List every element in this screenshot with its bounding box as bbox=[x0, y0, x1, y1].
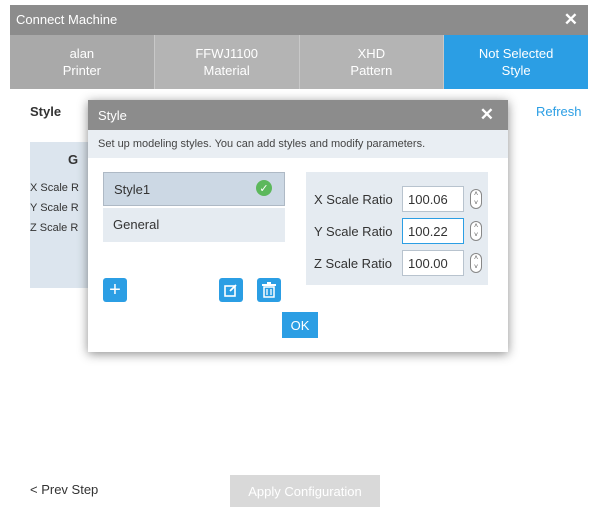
dialog-description: Set up modeling styles. You can add styl… bbox=[88, 130, 508, 158]
step-sublabel: Printer bbox=[62, 63, 102, 78]
step-label: alan bbox=[69, 46, 95, 61]
style-list: Style1 ✓ General bbox=[103, 172, 285, 244]
prev-step-link[interactable]: < Prev Step bbox=[30, 482, 98, 497]
step-sublabel: Style bbox=[501, 63, 531, 78]
step-sublabel: Material bbox=[203, 63, 250, 78]
y-scale-ratio-label: Y Scale Ratio bbox=[314, 224, 393, 239]
ok-button[interactable]: OK bbox=[282, 312, 318, 338]
style-name: Style1 bbox=[114, 182, 151, 197]
dialog-title: Style bbox=[98, 108, 127, 123]
style-dialog: Style ✕ Set up modeling styles. You can … bbox=[88, 100, 508, 352]
step-tabs: alan Printer FFWJ1100 Material XHD Patte… bbox=[10, 35, 588, 89]
step-style[interactable]: Not Selected Style bbox=[444, 35, 588, 89]
style-list-item[interactable]: General bbox=[103, 208, 285, 242]
scale-params-panel: X Scale Ratio 100.06 ˄ ˅ Y Scale Ratio 10… bbox=[306, 172, 488, 285]
edit-icon[interactable] bbox=[219, 278, 243, 302]
x-scale-ratio-input[interactable]: 100.06 bbox=[402, 186, 464, 212]
check-icon: ✓ bbox=[256, 180, 272, 196]
z-scale-label: Z Scale R bbox=[30, 222, 79, 234]
step-pattern[interactable]: XHD Pattern bbox=[299, 35, 445, 89]
close-icon[interactable]: ✕ bbox=[564, 10, 578, 30]
window-title: Connect Machine bbox=[16, 12, 118, 27]
step-label: FFWJ1100 bbox=[195, 46, 258, 61]
step-printer[interactable]: alan Printer bbox=[10, 35, 155, 89]
z-scale-ratio-input[interactable]: 100.00 bbox=[402, 250, 464, 276]
style-list-item[interactable]: Style1 ✓ bbox=[103, 172, 285, 206]
x-scale-ratio-label: X Scale Ratio bbox=[314, 192, 393, 207]
apply-configuration-button[interactable]: Apply Configuration bbox=[230, 475, 380, 507]
style-section-label: Style bbox=[30, 104, 62, 119]
step-label: Not Selected bbox=[478, 46, 554, 61]
trash-icon[interactable] bbox=[257, 278, 281, 302]
close-icon[interactable]: ✕ bbox=[480, 105, 494, 125]
step-material[interactable]: FFWJ1100 Material bbox=[154, 35, 300, 89]
dialog-titlebar: Style ✕ bbox=[88, 100, 508, 130]
plus-icon[interactable]: + bbox=[103, 278, 127, 302]
z-scale-ratio-label: Z Scale Ratio bbox=[314, 256, 393, 271]
style-card-heading: G bbox=[68, 152, 79, 167]
y-scale-ratio-input[interactable]: 100.22 bbox=[402, 218, 464, 244]
z-scale-spinner[interactable]: ˄ ˅ bbox=[470, 253, 482, 273]
y-scale-spinner[interactable]: ˄ ˅ bbox=[470, 221, 482, 241]
window-titlebar: Connect Machine ✕ bbox=[10, 5, 588, 35]
step-label: XHD bbox=[357, 46, 386, 61]
step-sublabel: Pattern bbox=[350, 63, 393, 78]
x-scale-spinner[interactable]: ˄ ˅ bbox=[470, 189, 482, 209]
y-scale-label: Y Scale R bbox=[30, 202, 79, 214]
refresh-link[interactable]: Refresh bbox=[536, 104, 582, 119]
style-name: General bbox=[113, 217, 160, 232]
style-card[interactable]: G X Scale R Y Scale R Z Scale R bbox=[30, 142, 92, 288]
x-scale-label: X Scale R bbox=[30, 182, 79, 194]
